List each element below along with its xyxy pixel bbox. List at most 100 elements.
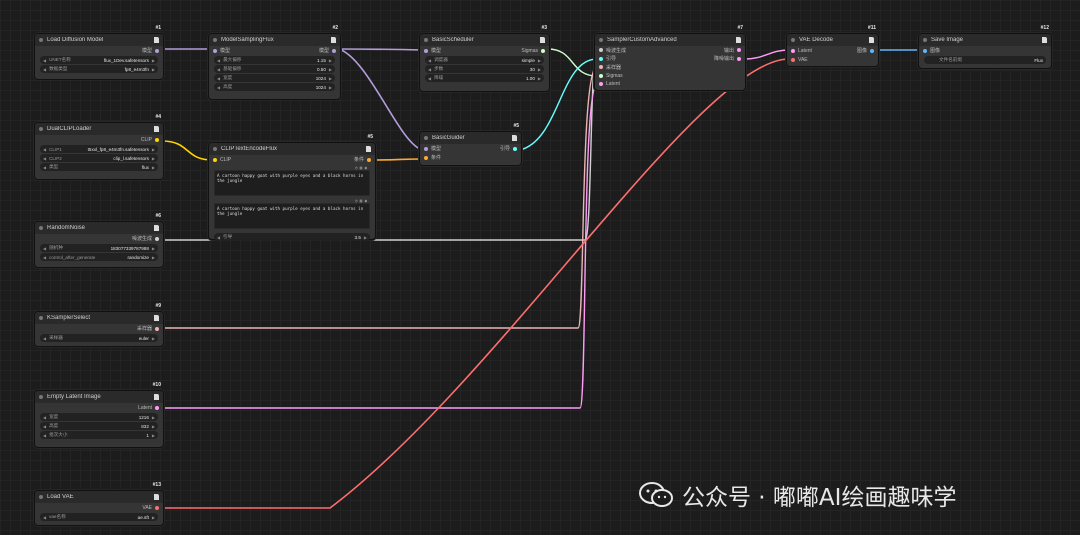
arrow-left-icon[interactable]: ◀	[428, 67, 431, 72]
node-load-vae[interactable]: #13 Load VAE VAE ◀ vae名称 ae.sft ▶	[34, 482, 164, 526]
latent-width-widget[interactable]: ◀ 宽度 1216 ▶	[40, 413, 158, 421]
document-icon[interactable]	[869, 37, 874, 43]
arrow-right-icon[interactable]: ▶	[152, 433, 155, 438]
latent-height-widget[interactable]: ◀ 高度 832 ▶	[40, 422, 158, 430]
arrow-right-icon[interactable]: ▶	[152, 255, 155, 260]
node-header[interactable]: Empty Latent Image	[35, 391, 163, 403]
arrow-left-icon[interactable]: ◀	[43, 147, 46, 152]
guidance-widget[interactable]: ◀ 引导 3.5 ▶	[214, 233, 370, 241]
output-noise-dot[interactable]	[155, 236, 159, 241]
arrow-left-icon[interactable]: ◀	[217, 235, 220, 240]
arrow-right-icon[interactable]: ▶	[152, 58, 155, 63]
filename-prefix-widget[interactable]: 文件名前缀 Flux	[924, 56, 1046, 64]
node-sampler-custom-advanced[interactable]: #7 SamplerCustomAdvanced 噪波生成 输出 引导 降噪输出…	[594, 25, 746, 91]
arrow-right-icon[interactable]: ▶	[152, 67, 155, 72]
input-model-dot[interactable]	[424, 48, 428, 53]
node-header[interactable]: CLIPTextEncodeFlux	[209, 143, 375, 155]
output-conditioning-dot[interactable]	[367, 157, 371, 162]
arrow-left-icon[interactable]: ◀	[428, 58, 431, 63]
collapse-dot-icon[interactable]	[424, 136, 428, 140]
arrow-right-icon[interactable]: ▶	[152, 415, 155, 420]
arrow-left-icon[interactable]: ◀	[43, 246, 46, 251]
scheduler-widget[interactable]: ◀ 调度器 simple ▶	[425, 56, 544, 64]
arrow-right-icon[interactable]: ▶	[538, 67, 541, 72]
arrow-left-icon[interactable]: ◀	[428, 76, 431, 81]
collapse-dot-icon[interactable]	[39, 395, 43, 399]
node-header[interactable]: SamplerCustomAdvanced	[595, 34, 745, 46]
arrow-right-icon[interactable]: ▶	[152, 156, 155, 161]
node-load-diffusion-model[interactable]: #1 Load Diffusion Model 模型 ◀ UNET名称 flux_…	[34, 25, 164, 80]
document-icon[interactable]	[154, 225, 159, 231]
arrow-left-icon[interactable]: ◀	[217, 67, 220, 72]
arrow-left-icon[interactable]: ◀	[43, 67, 46, 72]
input-vae-dot[interactable]	[791, 57, 795, 62]
collapse-dot-icon[interactable]	[39, 127, 43, 131]
height-widget[interactable]: ◀ 高度 1024 ▶	[214, 83, 335, 91]
document-icon[interactable]	[154, 37, 159, 43]
input-conditioning-dot[interactable]	[424, 155, 428, 160]
arrow-right-icon[interactable]: ▶	[329, 58, 332, 63]
output-denoised-dot[interactable]	[737, 56, 741, 61]
node-basic-scheduler[interactable]: #3 BasicScheduler 模型 Sigmas ◀ 调度器 simple ▶…	[419, 25, 550, 92]
node-ksampler-select[interactable]: #9 KSamplerSelect 采样器 ◀ 采样器 euler ▶	[34, 303, 164, 347]
arrow-right-icon[interactable]: ▶	[152, 246, 155, 251]
clip-l-prompt-textarea[interactable]: ◷ ▣ ◉ A cartoon happy goat with purple e…	[214, 165, 370, 196]
node-header[interactable]: DualCLIPLoader	[35, 123, 163, 135]
arrow-right-icon[interactable]: ▶	[329, 76, 332, 81]
weight-dtype-widget[interactable]: ◀ 数据类型 fp8_e4m3fn ▶	[40, 65, 158, 73]
collapse-dot-icon[interactable]	[39, 316, 43, 320]
node-header[interactable]: BasicGuider	[420, 132, 521, 144]
document-icon[interactable]	[154, 126, 159, 132]
output-clip-dot[interactable]	[155, 137, 159, 142]
input-sigmas-dot[interactable]	[599, 73, 603, 78]
collapse-dot-icon[interactable]	[424, 38, 428, 42]
arrow-left-icon[interactable]: ◀	[43, 336, 46, 341]
output-vae-dot[interactable]	[155, 505, 159, 510]
input-noise-dot[interactable]	[599, 48, 603, 53]
document-icon[interactable]	[154, 315, 159, 321]
arrow-right-icon[interactable]: ▶	[538, 76, 541, 81]
vae-name-widget[interactable]: ◀ vae名称 ae.sft ▶	[40, 513, 158, 521]
document-icon[interactable]	[512, 135, 517, 141]
document-icon[interactable]	[331, 37, 336, 43]
output-latent-dot[interactable]	[155, 405, 159, 410]
collapse-dot-icon[interactable]	[39, 495, 43, 499]
node-header[interactable]: KSamplerSelect	[35, 312, 163, 324]
arrow-right-icon[interactable]: ▶	[152, 165, 155, 170]
node-header[interactable]: Load VAE	[35, 491, 163, 503]
arrow-right-icon[interactable]: ▶	[329, 67, 332, 72]
output-latent-dot[interactable]	[737, 48, 741, 53]
textarea-tools-icon[interactable]: ◷ ▣ ◉	[355, 198, 367, 203]
input-latent-dot[interactable]	[791, 48, 795, 53]
collapse-dot-icon[interactable]	[791, 38, 795, 42]
collapse-dot-icon[interactable]	[599, 38, 603, 42]
collapse-dot-icon[interactable]	[213, 38, 217, 42]
output-guider-dot[interactable]	[513, 146, 517, 151]
input-guider-dot[interactable]	[599, 56, 603, 61]
node-clip-text-encode-flux[interactable]: #5 CLIPTextEncodeFlux CLIP 条件 ◷ ▣ ◉ A ca…	[208, 134, 376, 241]
output-sigmas-dot[interactable]	[541, 48, 545, 53]
denoise-widget[interactable]: ◀ 降噪 1.00 ▶	[425, 74, 544, 82]
input-model-dot[interactable]	[213, 48, 217, 53]
node-save-image[interactable]: #12 Save Image 图像 文件名前缀 Flux	[918, 25, 1052, 69]
node-dual-clip-loader[interactable]: #4 DualCLIPLoader CLIP ◀ CLIP1 t5xxl_fp8_…	[34, 114, 164, 180]
collapse-dot-icon[interactable]	[39, 38, 43, 42]
arrow-left-icon[interactable]: ◀	[217, 58, 220, 63]
collapse-dot-icon[interactable]	[923, 38, 927, 42]
arrow-left-icon[interactable]: ◀	[43, 255, 46, 260]
document-icon[interactable]	[540, 37, 545, 43]
collapse-dot-icon[interactable]	[213, 147, 217, 151]
base-shift-widget[interactable]: ◀ 基础偏移 0.50 ▶	[214, 65, 335, 73]
t5xxl-prompt-textarea[interactable]: ◷ ▣ ◉ A cartoon happy goat with purple e…	[214, 198, 370, 229]
document-icon[interactable]	[1042, 37, 1047, 43]
node-header[interactable]: ModelSamplingFlux	[209, 34, 340, 46]
arrow-right-icon[interactable]: ▶	[364, 235, 367, 240]
arrow-left-icon[interactable]: ◀	[43, 58, 46, 63]
unet-name-widget[interactable]: ◀ UNET名称 flux_1Dev.safetensors ▶	[40, 56, 158, 64]
node-header[interactable]: RandomNoise	[35, 222, 163, 234]
node-header[interactable]: Load Diffusion Model	[35, 34, 163, 46]
node-header[interactable]: BasicScheduler	[420, 34, 549, 46]
arrow-right-icon[interactable]: ▶	[538, 58, 541, 63]
node-vae-decode[interactable]: #11 VAE Decode Latent 图像 VAE	[786, 25, 879, 67]
textarea-tools-icon[interactable]: ◷ ▣ ◉	[355, 165, 367, 170]
